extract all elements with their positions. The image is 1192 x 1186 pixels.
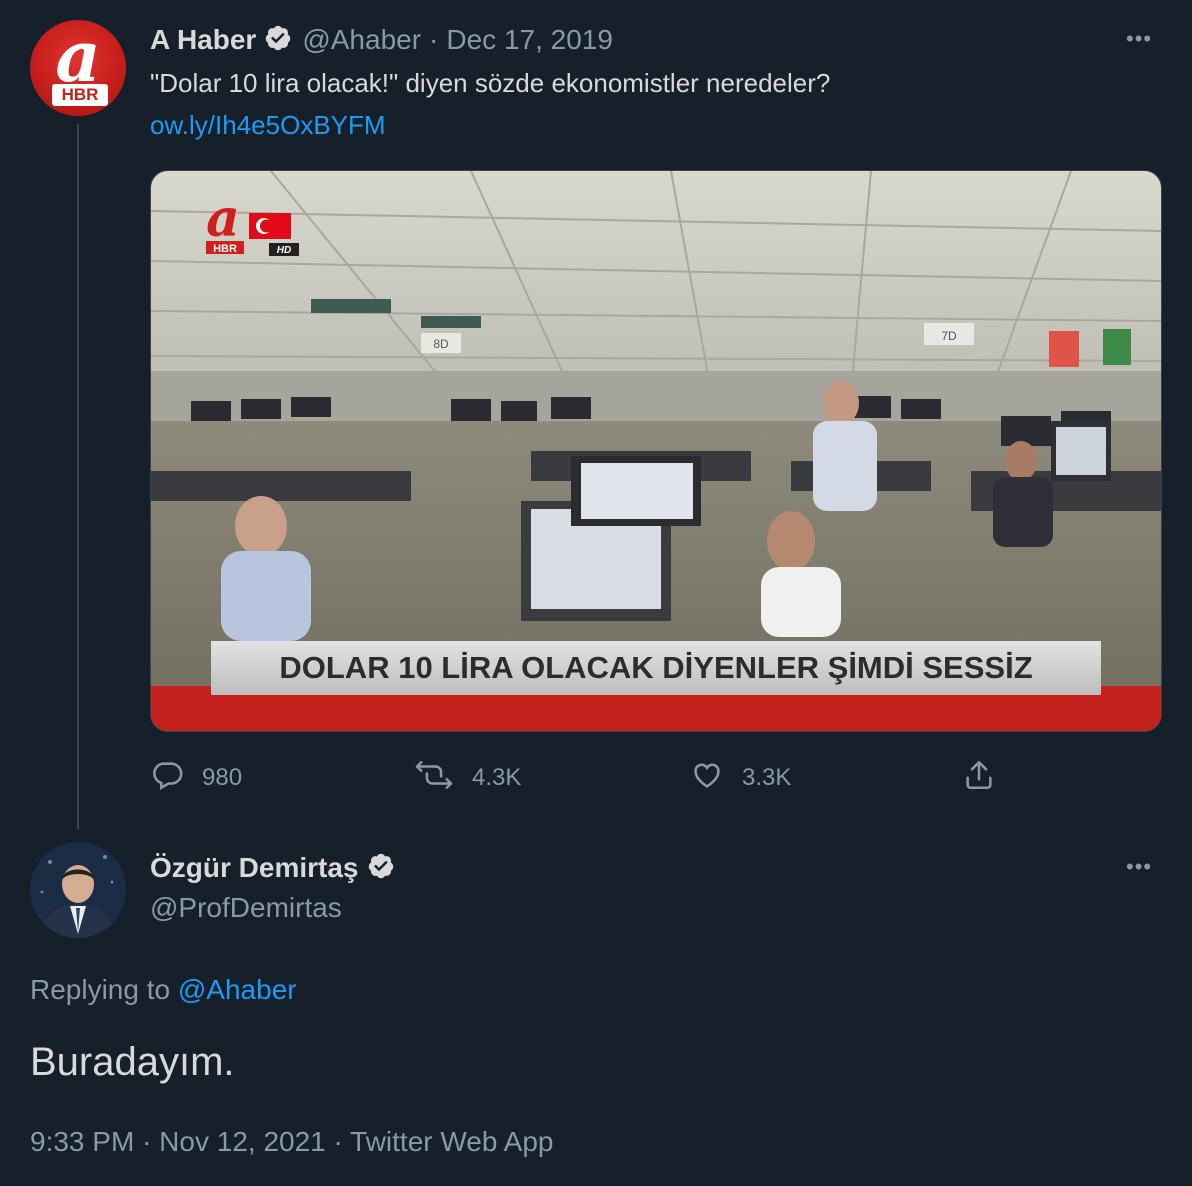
replying-to-handle-link[interactable]: @Ahaber: [178, 974, 297, 1005]
tweet-media-video[interactable]: 7D 8D DOLAR 10 LİRA OLACAK DİYENLER ŞİMD…: [150, 170, 1162, 732]
share-icon: [962, 758, 996, 797]
reply-icon: [150, 758, 184, 797]
reply-author-handle[interactable]: @ProfDemirtas: [150, 892, 342, 924]
share-action[interactable]: [962, 758, 996, 797]
reply-header: Özgür Demirtaş: [150, 850, 395, 886]
retweet-count: 4.3K: [472, 763, 522, 791]
replying-to-label: Replying to: [30, 974, 171, 1005]
replying-to: Replying to @Ahaber: [30, 974, 297, 1006]
avatar-logo-badge: HBR: [52, 84, 108, 106]
reply-date[interactable]: Nov 12, 2021: [159, 1126, 326, 1157]
media-sign-8d: 8D: [433, 337, 449, 351]
heart-icon: [690, 758, 724, 797]
media-logo-letter: a: [206, 188, 240, 249]
author-handle[interactable]: @Ahaber: [302, 24, 421, 56]
like-action[interactable]: 3.3K: [690, 758, 791, 797]
reply-source[interactable]: Twitter Web App: [350, 1126, 553, 1157]
reply-more-options-icon[interactable]: •••: [1126, 854, 1152, 880]
ahaber-avatar[interactable]: a HBR: [30, 20, 126, 116]
thread-connector-line: [77, 124, 79, 830]
avatar-logo-letter: a: [55, 20, 101, 98]
media-news-caption: DOLAR 10 LİRA OLACAK DİYENLER ŞİMDİ SESS…: [279, 650, 1032, 685]
tweet-text: "Dolar 10 lira olacak!" diyen sözde ekon…: [150, 68, 831, 98]
verified-badge-icon: [264, 24, 292, 57]
media-hd-badge: HD: [277, 245, 291, 256]
author-name[interactable]: A Haber: [150, 24, 256, 56]
more-options-icon[interactable]: •••: [1126, 26, 1152, 52]
header-separator: ·: [429, 24, 439, 55]
tweet-link[interactable]: ow.ly/Ih4e5OxBYFM: [150, 110, 386, 141]
media-logo-badge: HBR: [213, 243, 237, 255]
meta-separator-2: ·: [333, 1126, 343, 1157]
reply-author-name[interactable]: Özgür Demirtaş: [150, 852, 359, 884]
reply-meta: 9:33 PM · Nov 12, 2021 · Twitter Web App: [30, 1126, 554, 1158]
reply-time[interactable]: 9:33 PM: [30, 1126, 134, 1157]
reply-text: Buradayım.: [30, 1040, 235, 1084]
retweet-action[interactable]: 4.3K: [414, 758, 521, 797]
tweet-date[interactable]: Dec 17, 2019: [446, 24, 613, 56]
retweet-icon: [414, 758, 454, 797]
media-sign-7d: 7D: [941, 329, 957, 343]
verified-badge-icon: [367, 852, 395, 885]
like-count: 3.3K: [742, 763, 792, 791]
reply-action[interactable]: 980: [150, 758, 242, 797]
meta-separator: ·: [142, 1126, 152, 1157]
tweet-header: A Haber @Ahaber · Dec 17, 2019: [150, 22, 613, 58]
reply-count: 980: [202, 763, 243, 791]
profdemirtas-avatar[interactable]: [30, 842, 126, 938]
